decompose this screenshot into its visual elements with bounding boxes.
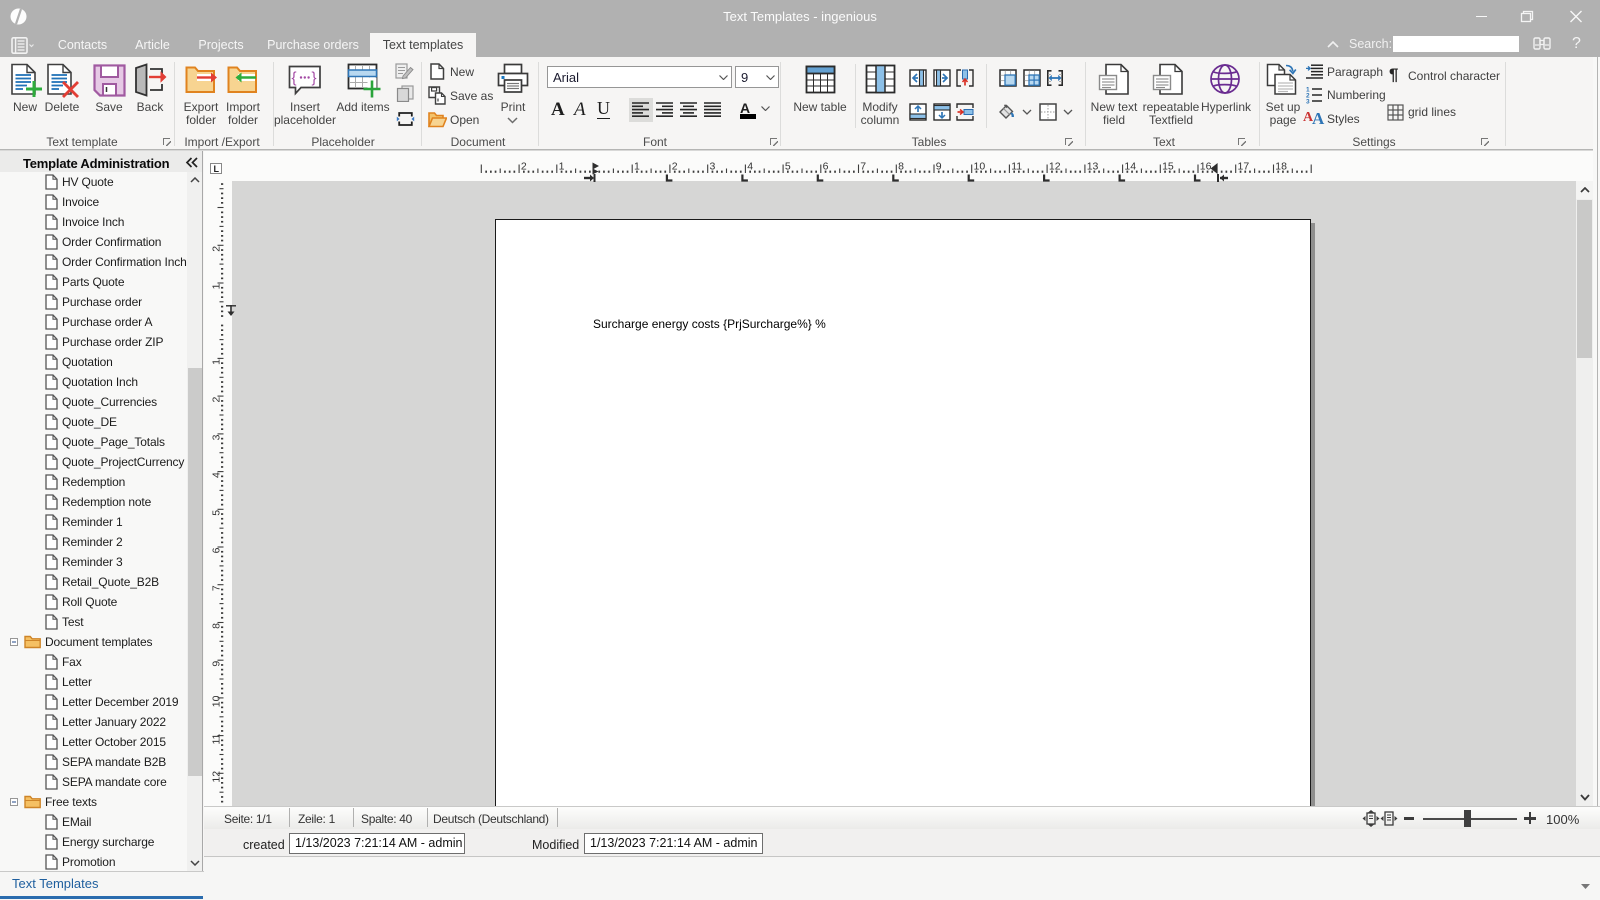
svg-text:2: 2 bbox=[210, 397, 222, 403]
svg-text:10: 10 bbox=[974, 161, 986, 173]
svg-text:3: 3 bbox=[210, 434, 222, 440]
svg-text:9: 9 bbox=[210, 661, 222, 667]
svg-text:5: 5 bbox=[210, 510, 222, 516]
svg-text:10: 10 bbox=[210, 695, 222, 707]
svg-text:18: 18 bbox=[1275, 161, 1287, 173]
svg-text:3: 3 bbox=[1306, 99, 1310, 105]
svg-text:13: 13 bbox=[1087, 161, 1099, 173]
svg-text:12: 12 bbox=[210, 771, 222, 783]
svg-text:8: 8 bbox=[210, 623, 222, 629]
svg-text:2: 2 bbox=[210, 246, 222, 252]
svg-text:11: 11 bbox=[1011, 161, 1022, 173]
svg-text:1: 1 bbox=[210, 359, 222, 365]
svg-text:17: 17 bbox=[1238, 161, 1250, 173]
svg-text:{: { bbox=[292, 70, 297, 87]
svg-text:6: 6 bbox=[210, 547, 222, 553]
svg-text:4: 4 bbox=[210, 472, 222, 478]
svg-text:14: 14 bbox=[1124, 161, 1136, 173]
svg-text:11: 11 bbox=[210, 733, 222, 744]
svg-text:1: 1 bbox=[210, 283, 222, 289]
svg-text:15: 15 bbox=[1162, 161, 1174, 173]
svg-text:}: } bbox=[312, 70, 317, 87]
svg-text:7: 7 bbox=[210, 585, 222, 591]
svg-text:16: 16 bbox=[1200, 161, 1212, 173]
svg-text:12: 12 bbox=[1049, 161, 1061, 173]
